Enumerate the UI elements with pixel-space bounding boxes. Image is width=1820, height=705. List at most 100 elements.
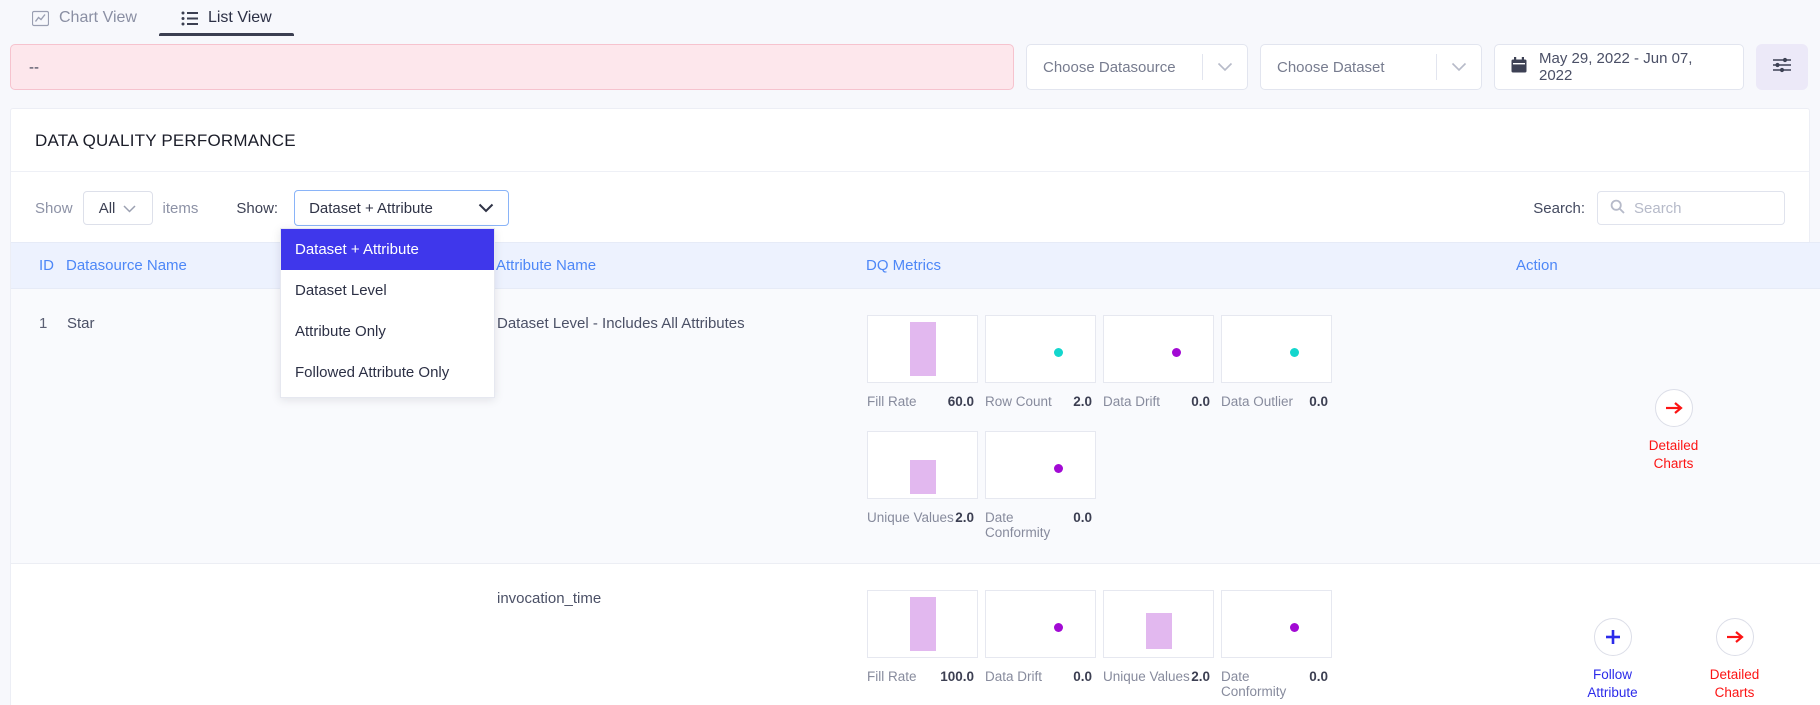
mode-select-value: Dataset + Attribute	[309, 199, 433, 217]
metric-sparkline	[867, 431, 978, 499]
chart-icon	[32, 10, 49, 27]
metric-name: Date Conformity	[985, 510, 1051, 540]
alert-input[interactable]: --	[10, 44, 1014, 90]
mode-select[interactable]: Dataset + Attribute	[294, 190, 510, 226]
bar-mark	[910, 460, 936, 494]
dropdown-option-label: Dataset + Attribute	[295, 241, 419, 258]
metric-row-count[interactable]: Row Count 2.0	[985, 315, 1100, 409]
tab-chart-view-label: Chart View	[59, 9, 137, 26]
search-area: Search: Search	[1533, 191, 1785, 225]
search-input[interactable]: Search	[1597, 191, 1785, 225]
metric-data-outlier[interactable]: Data Outlier 0.0	[1221, 315, 1336, 409]
filter-settings-button[interactable]	[1756, 44, 1808, 90]
metric-name: Data Drift	[1103, 394, 1161, 409]
mode-dropdown-menu: Dataset + Attribute Dataset Level Attrib…	[280, 228, 495, 398]
table-row: invocation_time Fill Rate 100.0 Data Dri…	[11, 563, 1820, 705]
chevron-down-icon[interactable]	[1437, 62, 1481, 72]
dropdown-option-dataset-level[interactable]: Dataset Level	[281, 270, 494, 311]
plus-icon	[1593, 618, 1632, 656]
show-prefix-label: Show	[35, 199, 73, 217]
chevron-down-icon	[123, 200, 136, 217]
metric-date-conformity[interactable]: Date Conformity 0.0	[1221, 590, 1336, 699]
column-header-attribute-name[interactable]: Attribute Name	[496, 242, 866, 289]
sliders-icon	[1771, 56, 1793, 79]
page-title: DATA QUALITY PERFORMANCE	[11, 109, 1809, 172]
follow-attribute-label: Follow Attribute	[1587, 667, 1638, 701]
metric-name: Data Outlier	[1221, 394, 1294, 409]
cell-attribute-name: invocation_time	[496, 563, 866, 705]
metric-value: 100.0	[940, 669, 974, 684]
metric-value: 2.0	[1191, 669, 1210, 684]
tab-list-view-label: List View	[207, 9, 272, 26]
dot-mark	[1290, 348, 1299, 357]
datasource-select[interactable]: Choose Datasource	[1026, 44, 1248, 90]
metric-name: Fill Rate	[867, 394, 917, 409]
table-controls: Show All items Show: Dataset + Attribute…	[11, 172, 1809, 398]
view-tabs: Chart View List View	[0, 0, 1820, 36]
tab-list-view[interactable]: List View	[158, 0, 294, 36]
metric-value: 0.0	[1309, 394, 1328, 409]
column-header-action[interactable]: Action	[1516, 242, 1820, 289]
dropdown-option-label: Dataset Level	[295, 282, 387, 299]
metric-fill-rate[interactable]: Fill Rate 60.0	[867, 315, 982, 409]
page-size-select[interactable]: All	[82, 191, 153, 225]
dataset-select[interactable]: Choose Dataset	[1260, 44, 1482, 90]
metric-name: Row Count	[985, 394, 1052, 409]
bar-mark	[1146, 613, 1172, 649]
follow-attribute-button[interactable]: Follow Attribute	[1570, 618, 1656, 702]
metric-name: Unique Values	[1103, 669, 1190, 684]
detailed-charts-button[interactable]: Detailed Charts	[1631, 389, 1717, 473]
dropdown-option-dataset-attribute[interactable]: Dataset + Attribute	[281, 229, 494, 270]
metric-data-drift[interactable]: Data Drift 0.0	[985, 590, 1100, 684]
dropdown-option-label: Followed Attribute Only	[295, 364, 450, 381]
dropdown-option-followed-attribute-only[interactable]: Followed Attribute Only	[281, 352, 494, 393]
metric-sparkline	[867, 590, 978, 658]
cell-dq-metrics: Fill Rate 100.0 Data Drift 0.0 Unique Va…	[866, 563, 1516, 705]
column-header-dq-metrics[interactable]: DQ Metrics	[866, 242, 1516, 289]
detailed-charts-label: Detailed Charts	[1648, 438, 1699, 472]
metric-sparkline	[985, 431, 1096, 499]
arrow-right-icon	[1715, 618, 1754, 656]
chevron-down-icon[interactable]	[1203, 62, 1247, 72]
detailed-charts-label: Detailed Charts	[1709, 667, 1760, 701]
search-icon	[1610, 199, 1625, 218]
metric-sparkline	[985, 590, 1096, 658]
metric-date-conformity[interactable]: Date Conformity 0.0	[985, 431, 1100, 540]
date-range-value: May 29, 2022 - Jun 07, 2022	[1539, 50, 1693, 84]
metric-value: 2.0	[955, 510, 974, 525]
metric-unique-values[interactable]: Unique Values 2.0	[867, 431, 982, 525]
metric-sparkline	[1103, 315, 1214, 383]
metric-data-drift[interactable]: Data Drift 0.0	[1103, 315, 1218, 409]
metric-unique-values[interactable]: Unique Values 2.0	[1103, 590, 1218, 684]
metric-name: Fill Rate	[867, 669, 917, 684]
metric-value: 0.0	[1309, 669, 1328, 684]
metric-name: Unique Values	[867, 510, 954, 525]
active-tab-indicator	[158, 33, 294, 36]
metric-sparkline	[1221, 315, 1332, 383]
dot-mark	[1054, 464, 1063, 473]
metric-value: 60.0	[947, 394, 974, 409]
metric-sparkline	[985, 315, 1096, 383]
metric-sparkline	[1221, 590, 1332, 658]
cell-action: Follow Attribute Detailed Charts	[1516, 563, 1820, 705]
arrow-right-icon	[1654, 389, 1693, 427]
tab-chart-view[interactable]: Chart View	[10, 0, 159, 36]
dropdown-option-attribute-only[interactable]: Attribute Only	[281, 311, 494, 352]
metric-value: 0.0	[1073, 669, 1092, 684]
search-input-placeholder: Search	[1634, 199, 1682, 217]
metric-line: Fill Rate 100.0 Data Drift 0.0 Unique Va…	[867, 590, 1339, 699]
app-root: Chart View List View -- Choose Datasourc…	[0, 0, 1820, 705]
filter-bar: -- Choose Datasource Choose Dataset May …	[0, 36, 1820, 98]
dataset-select-label: Choose Dataset	[1277, 58, 1385, 76]
detailed-charts-button[interactable]: Detailed Charts	[1692, 618, 1778, 702]
metric-name: Data Drift	[985, 669, 1043, 684]
cell-id: 1	[11, 288, 66, 564]
dot-mark	[1054, 623, 1063, 632]
metric-line: Unique Values 2.0 Date Conformity 0.0	[867, 431, 1103, 540]
date-range-picker[interactable]: May 29, 2022 - Jun 07, 2022	[1494, 44, 1744, 90]
list-icon	[181, 11, 198, 26]
metric-fill-rate[interactable]: Fill Rate 100.0	[867, 590, 982, 684]
items-label: items	[162, 199, 199, 217]
metric-value: 2.0	[1073, 394, 1092, 409]
column-header-id[interactable]: ID	[11, 242, 66, 289]
